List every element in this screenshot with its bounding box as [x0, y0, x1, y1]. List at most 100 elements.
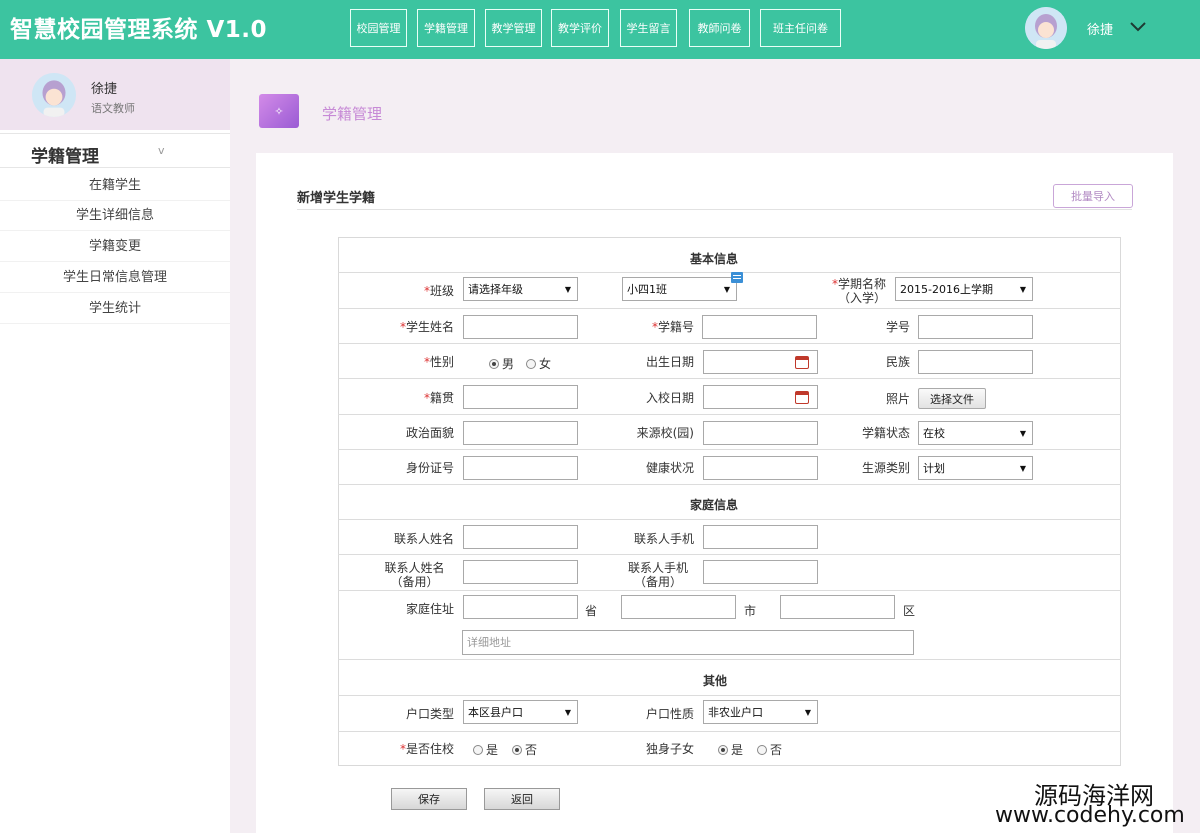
class-select[interactable]: 小四1班 ▼ [622, 277, 737, 301]
birth-date-input[interactable] [703, 350, 818, 374]
id-number-input[interactable] [463, 456, 578, 480]
class-label: *班级 [423, 284, 454, 298]
boarding-label: *是否住校 [399, 742, 454, 756]
batch-import-button[interactable]: 批量导入 [1053, 184, 1133, 208]
top-username[interactable]: 徐捷 [1087, 19, 1113, 38]
sidebar-item-daily-info[interactable]: 学生日常信息管理 [0, 262, 230, 293]
student-reg-no-input[interactable] [702, 315, 817, 339]
address-detail-input[interactable] [462, 630, 914, 655]
sidebar-section-title: 学籍管理 [31, 147, 99, 167]
topnav-headteacher-survey[interactable]: 班主任问卷 [760, 9, 841, 47]
native-place-input[interactable] [463, 385, 578, 409]
sidebar-avatar [32, 73, 76, 117]
radio-dot-icon [489, 358, 499, 369]
topnav-teaching-management[interactable]: 教学管理 [485, 9, 542, 47]
hukou-nature-select[interactable]: 非农业户口 ▼ [703, 700, 818, 724]
topnav-campus-management[interactable]: 校园管理 [350, 9, 407, 47]
calendar-icon[interactable] [795, 356, 809, 369]
sidebar-user-name: 徐捷 [91, 82, 118, 97]
ethnicity-label: 民族 [885, 355, 910, 369]
avatar-icon [32, 73, 76, 117]
contact-name-input[interactable] [463, 525, 578, 549]
radio-dot-icon [473, 744, 483, 755]
contact-phone2-input[interactable] [703, 560, 818, 584]
province-unit: 省 [585, 604, 598, 618]
contact-phone-input[interactable] [703, 525, 818, 549]
political-label: 政治面貌 [405, 426, 454, 440]
avatar-icon [1025, 7, 1067, 49]
row-divider [338, 272, 1121, 273]
hukou-nature-label: 户口性质 [645, 707, 694, 721]
photo-label: 照片 [885, 392, 910, 406]
boarding-no-radio[interactable]: 否 [512, 741, 537, 758]
enroll-date-label: 入校日期 [645, 391, 694, 405]
district-input[interactable] [780, 595, 895, 619]
province-input[interactable] [463, 595, 578, 619]
id-number-label: 身份证号 [405, 461, 454, 475]
choose-file-button[interactable]: 选择文件 [918, 388, 986, 409]
reg-status-select[interactable]: 在校 ▼ [918, 421, 1033, 445]
row-divider [338, 659, 1121, 660]
section-other: 其他 [703, 674, 728, 688]
panel-title: 新增学生学籍 [297, 191, 376, 206]
watermark-url: www.codehy.com [995, 803, 1185, 828]
gender-male-radio[interactable]: 男 [489, 355, 514, 372]
row-divider [338, 343, 1121, 344]
contact-phone2-label: 联系人手机 （备用） [627, 561, 688, 589]
student-name-input[interactable] [463, 315, 578, 339]
enroll-date-input[interactable] [703, 385, 818, 409]
row-divider [338, 484, 1121, 485]
source-school-input[interactable] [703, 421, 818, 445]
contact-name-label: 联系人姓名 [393, 532, 454, 546]
back-button[interactable]: 返回 [484, 788, 560, 810]
student-no-label: 学号 [885, 320, 910, 334]
contact-name2-input[interactable] [463, 560, 578, 584]
radio-dot-icon [718, 744, 728, 755]
topnav-student-registry[interactable]: 学籍管理 [417, 9, 475, 47]
gender-female-radio[interactable]: 女 [526, 355, 551, 372]
calendar-icon[interactable] [795, 391, 809, 404]
student-no-input[interactable] [918, 315, 1033, 339]
topnav-teaching-evaluation[interactable]: 教学评价 [551, 9, 609, 47]
grade-select[interactable]: 请选择年级 ▼ [463, 277, 578, 301]
sidebar-item-registry-change[interactable]: 学籍变更 [0, 231, 230, 262]
health-input[interactable] [703, 456, 818, 480]
row-divider [338, 519, 1121, 520]
sidebar-item-statistics[interactable]: 学生统计 [0, 293, 230, 324]
list-icon[interactable] [731, 272, 743, 283]
top-bar: 智慧校园管理系统 V1.0 校园管理 学籍管理 教学管理 教学评价 学生留言 教… [0, 0, 1200, 59]
boarding-yes-radio[interactable]: 是 [473, 741, 498, 758]
user-avatar[interactable] [1025, 7, 1067, 49]
term-select[interactable]: 2015-2016上学期 ▼ [895, 277, 1033, 301]
sidebar-item-enrolled-students[interactable]: 在籍学生 [0, 170, 230, 201]
radio-dot-icon [512, 744, 522, 755]
political-input[interactable] [463, 421, 578, 445]
save-button[interactable]: 保存 [391, 788, 467, 810]
sidebar-item-student-details[interactable]: 学生详细信息 [0, 200, 230, 231]
source-type-select[interactable]: 计划 ▼ [918, 456, 1033, 480]
sidebar-profile: 徐捷 语文教师 [0, 59, 230, 130]
ethnicity-input[interactable] [918, 350, 1033, 374]
topnav-student-messages[interactable]: 学生留言 [620, 9, 677, 47]
chevron-down-icon[interactable] [1128, 17, 1148, 37]
hukou-type-select[interactable]: 本区县户口 ▼ [463, 700, 578, 724]
native-place-label: *籍贯 [423, 391, 454, 405]
reg-status-label: 学籍状态 [861, 426, 910, 440]
radio-dot-icon [757, 744, 767, 755]
section-basic-info: 基本信息 [690, 252, 739, 266]
topnav-teacher-survey[interactable]: 教師问卷 [689, 9, 750, 47]
source-school-label: 来源校(园) [636, 426, 694, 440]
panel-divider [297, 209, 1132, 210]
only-child-no-radio[interactable]: 否 [757, 741, 782, 758]
only-child-label: 独身子女 [645, 742, 694, 756]
radio-dot-icon [526, 358, 536, 369]
city-input[interactable] [621, 595, 736, 619]
page-header-icon: ✧ [259, 94, 299, 128]
only-child-yes-radio[interactable]: 是 [718, 741, 743, 758]
row-divider [338, 308, 1121, 309]
city-unit: 市 [744, 604, 757, 618]
gender-label: *性别 [423, 355, 454, 369]
row-divider [338, 378, 1121, 379]
sidebar-section-student-registry[interactable]: 学籍管理 v [0, 133, 230, 168]
term-label: *学期名称 （入学） [831, 277, 886, 305]
